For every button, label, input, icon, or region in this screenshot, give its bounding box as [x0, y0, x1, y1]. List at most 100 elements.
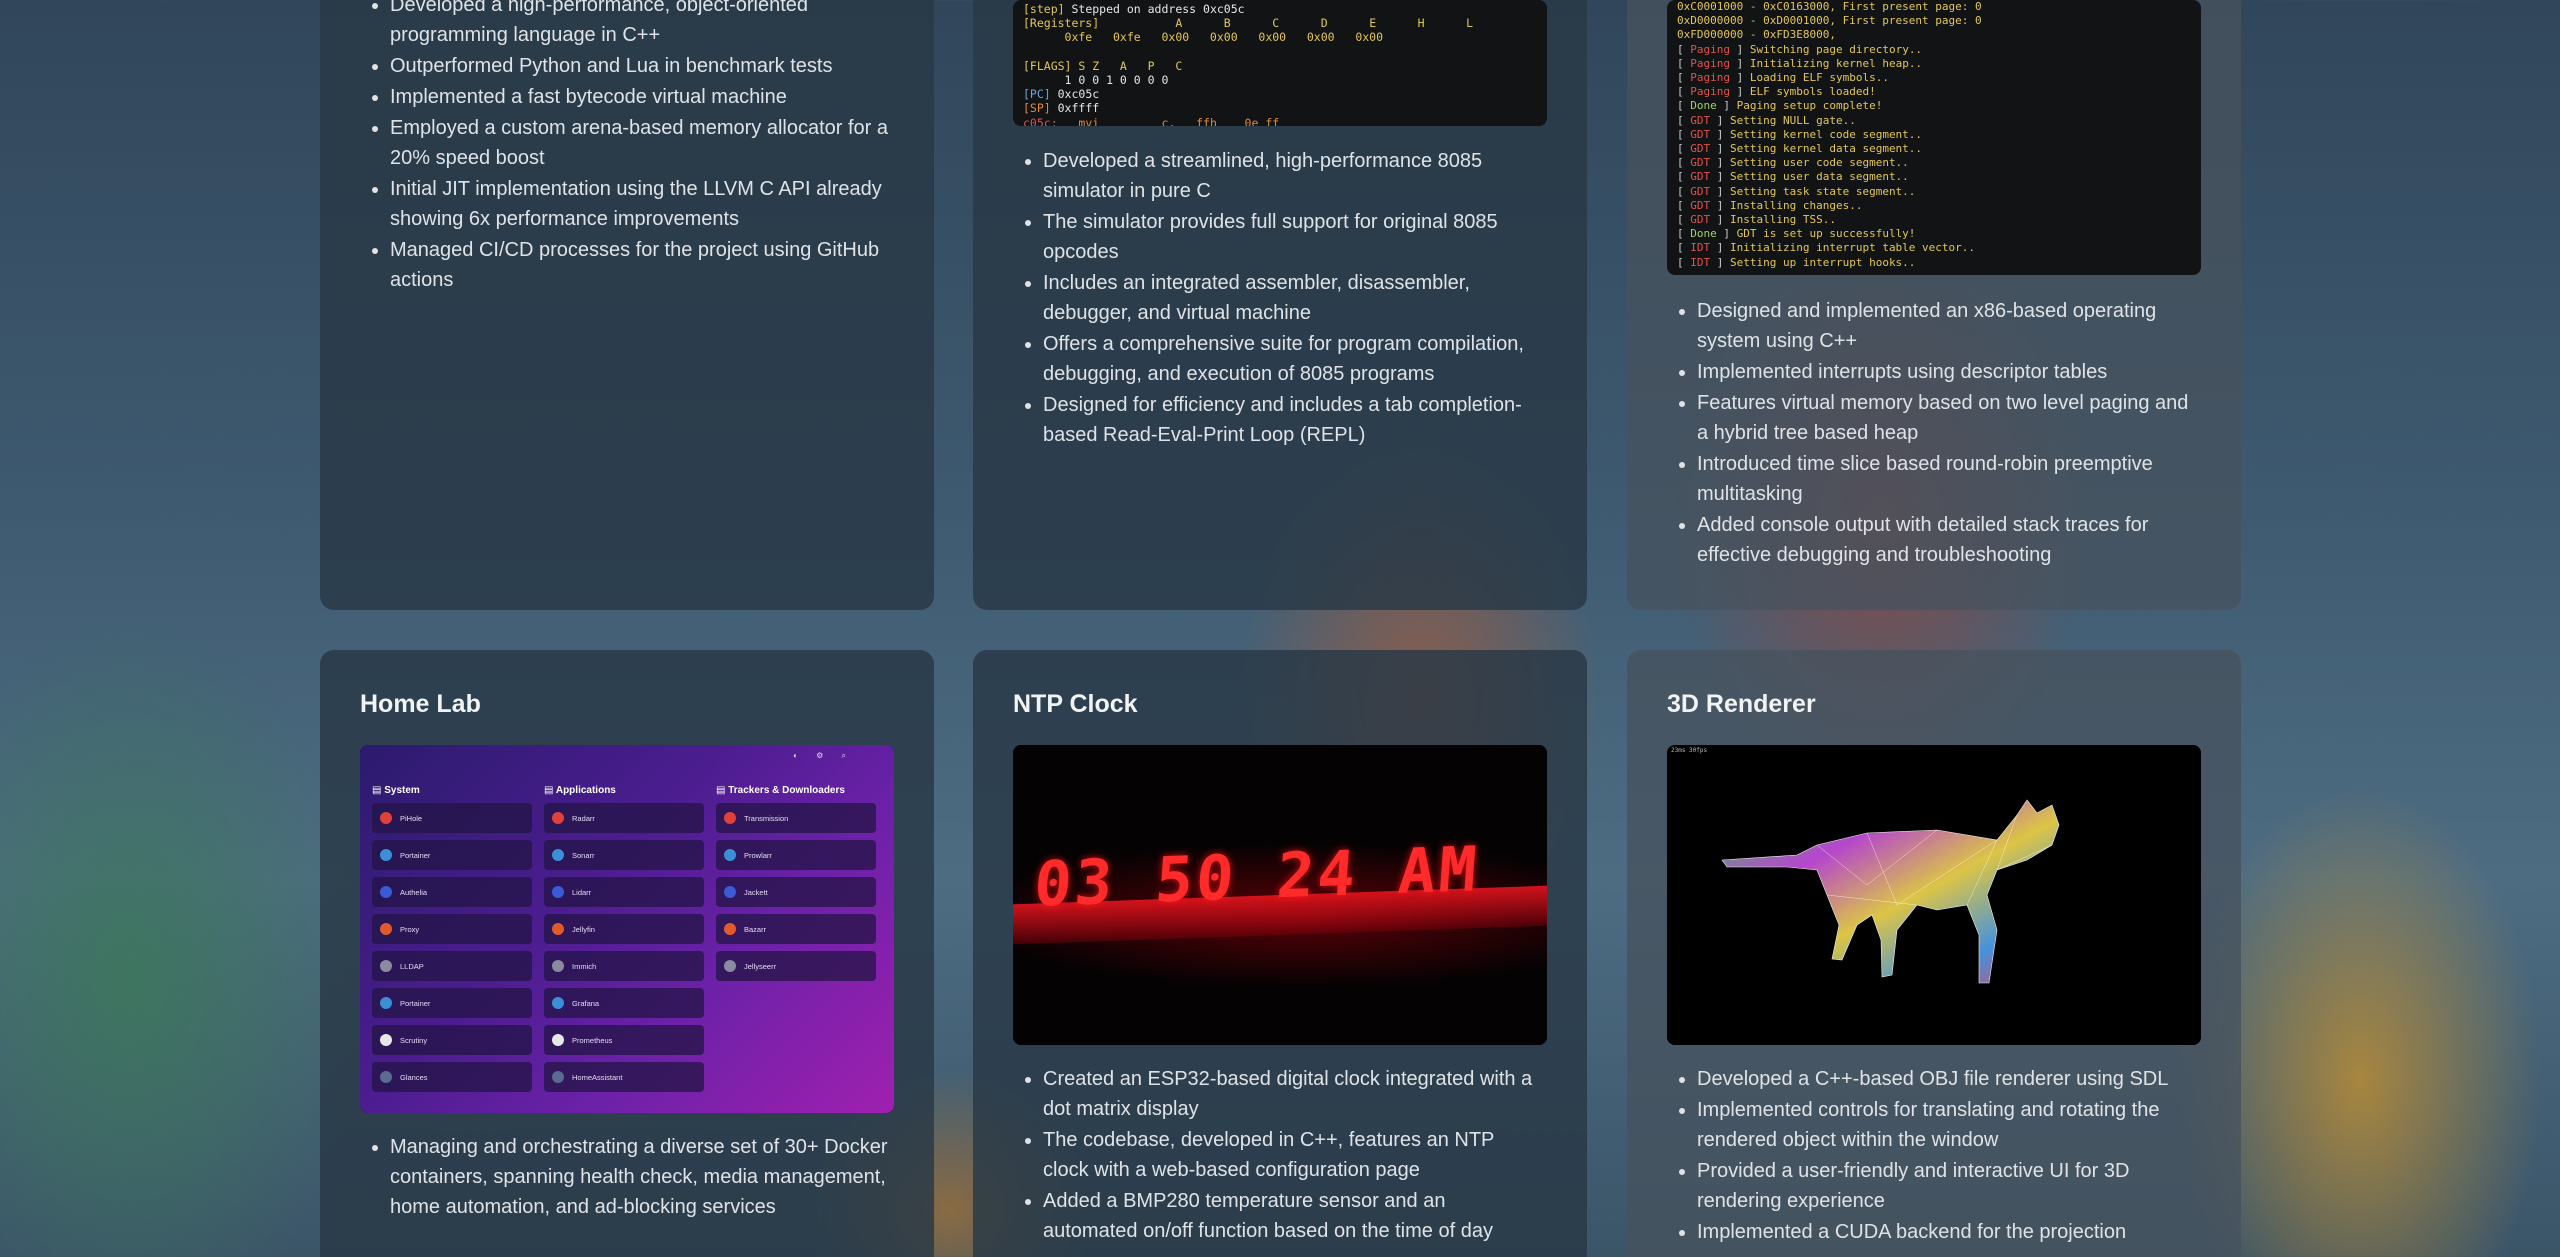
os-screenshot: 0xC0001000 - 0xC0163000, First present p…	[1667, 0, 2201, 275]
service-label: Grafana	[572, 998, 600, 1008]
project-bullets: Developed a C++-based OBJ file renderer …	[1697, 1064, 2197, 1248]
dashboard-service-tile[interactable]: Glances	[372, 1062, 532, 1092]
service-icon	[552, 1034, 564, 1046]
bullet: Developed a streamlined, high-performanc…	[1043, 146, 1543, 206]
dashboard-service-tile[interactable]: Jackett	[716, 877, 876, 907]
project-card-home-lab: Home Lab ◐ ⚙ ⌕ ▤ System PiHole Portainer Au…	[320, 650, 934, 1257]
dashboard-service-tile[interactable]: PiHole	[372, 803, 532, 833]
project-bullets: Developed a high-performance, object-ori…	[390, 0, 890, 296]
service-label: Proxy	[400, 924, 420, 934]
ntp-clock-photo: 03 50 24 AM	[1013, 745, 1547, 1045]
renderer-screenshot: 23ms 30fps	[1667, 745, 2201, 1045]
service-label: Authelia	[400, 887, 428, 897]
service-label: Glances	[400, 1072, 428, 1082]
dashboard-service-tile[interactable]: HomeAssistant	[544, 1062, 704, 1092]
terminal-line: [ GDT ] Setting kernel code segment..	[1677, 127, 1923, 141]
bullet: Initial JIT implementation using the LLV…	[390, 174, 890, 234]
bullet: Includes an integrated assembler, disass…	[1043, 268, 1543, 328]
bullet: Outperformed Python and Lua in benchmark…	[390, 51, 890, 81]
service-label: Jellyseerr	[744, 961, 777, 971]
service-icon	[552, 997, 564, 1009]
dashboard-service-tile[interactable]: Grafana	[544, 988, 704, 1018]
dashboard-service-tile[interactable]: Bazarr	[716, 914, 876, 944]
bullet: The simulator provides full support for …	[1043, 207, 1543, 267]
terminal-line: [ Done ] GDT is set up successfully!	[1677, 227, 1916, 241]
dashboard-service-tile[interactable]: Authelia	[372, 877, 532, 907]
project-bullets: Created an ESP32-based digital clock int…	[1043, 1064, 1543, 1247]
service-icon	[380, 1034, 392, 1046]
bullet: Features virtual memory based on two lev…	[1697, 388, 2197, 448]
dashboard-service-tile[interactable]: Immich	[544, 951, 704, 981]
dashboard-service-tile[interactable]: Scrutiny	[372, 1025, 532, 1055]
service-icon	[380, 1071, 392, 1083]
terminal-line: [ IDT ] Initializing interrupt table vec…	[1677, 241, 1976, 255]
bullet: Implemented interrupts using descriptor …	[1697, 357, 2197, 387]
dashboard-service-tile[interactable]: Lidarr	[544, 877, 704, 907]
service-label: LLDAP	[400, 961, 424, 971]
dashboard-service-tile[interactable]: Jellyseerr	[716, 951, 876, 981]
service-icon	[552, 1071, 564, 1083]
service-label: Prowlarr	[744, 850, 772, 860]
terminal-line: [ GDT ] Setting kernel data segment..	[1677, 142, 1923, 156]
bullet: Employed a custom arena-based memory all…	[390, 113, 890, 173]
card-title: Home Lab	[360, 690, 481, 718]
dashboard-column: ▤ Trackers & Downloaders Transmission Prow…	[716, 785, 876, 988]
service-label: Jackett	[744, 887, 768, 897]
terminal-line: [ GDT ] Setting user code segment..	[1677, 156, 1909, 170]
terminal-line: [ GDT ] Installing changes..	[1677, 198, 1863, 212]
bullet: Introduced time slice based round-robin …	[1697, 449, 2197, 509]
terminal-line: [ GDT ] Setting NULL gate..	[1677, 113, 1856, 127]
dashboard-column-heading: ▤ Applications	[544, 785, 616, 796]
bullet: Developed a high-performance, object-ori…	[390, 0, 890, 50]
bullet: Implemented a fast bytecode virtual mach…	[390, 82, 890, 112]
bullet: Managed CI/CD processes for the project …	[390, 235, 890, 295]
service-icon	[724, 886, 736, 898]
terminal-line: [ Paging ] Switching page directory..	[1677, 42, 1923, 56]
service-label: PiHole	[400, 813, 423, 823]
service-icon	[552, 849, 564, 861]
render-viewport: 23ms 30fps	[1667, 745, 2201, 1045]
service-icon	[552, 812, 564, 824]
bullet: The codebase, developed in C++, features…	[1043, 1125, 1543, 1185]
project-card-language: Developed a high-performance, object-ori…	[320, 0, 934, 610]
dashboard-service-tile[interactable]: Transmission	[716, 803, 876, 833]
bullet: Implemented controls for translating and…	[1697, 1095, 2197, 1155]
service-label: Sonarr	[572, 850, 595, 860]
bullet: Offers a comprehensive suite for program…	[1043, 329, 1543, 389]
dashboard-service-tile[interactable]: Radarr	[544, 803, 704, 833]
dashboard-service-tile[interactable]: Prowlarr	[716, 840, 876, 870]
service-icon	[380, 923, 392, 935]
bullet: Managing and orchestrating a diverse set…	[390, 1132, 890, 1222]
service-label: Bazarr	[744, 924, 767, 934]
service-label: Lidarr	[572, 887, 592, 897]
cat-model-image	[1721, 799, 2060, 984]
bullet: Designed and implemented an x86-based op…	[1697, 296, 2197, 356]
service-icon	[380, 997, 392, 1009]
project-bullets: Developed a streamlined, high-performanc…	[1043, 146, 1543, 451]
terminal-line: [ GDT ] Setting task state segment..	[1677, 184, 1916, 198]
dashboard-service-tile[interactable]: Prometheus	[544, 1025, 704, 1055]
terminal-line: 0xD0000000 - 0xD0001000, First present p…	[1677, 14, 1982, 28]
project-bullets: Managing and orchestrating a diverse set…	[390, 1132, 890, 1223]
dashboard-service-tile[interactable]: LLDAP	[372, 951, 532, 981]
terminal-line: [ Paging ] Loading ELF symbols..	[1677, 71, 1889, 85]
bullet: Designed for efficiency and includes a t…	[1043, 390, 1543, 450]
service-label: Scrutiny	[400, 1035, 428, 1045]
service-icon	[380, 886, 392, 898]
terminal-line: [ IDT ] Setting up interrupt hooks..	[1677, 255, 1916, 269]
service-icon	[724, 849, 736, 861]
service-icon	[380, 849, 392, 861]
dashboard-service-tile[interactable]: Portainer	[372, 840, 532, 870]
bullet: Added console output with detailed stack…	[1697, 510, 2197, 570]
clock-scene: 03 50 24 AM	[1013, 745, 1547, 1045]
bullet: Developed a C++-based OBJ file renderer …	[1697, 1064, 2197, 1094]
bullet: Added a BMP280 temperature sensor and an…	[1043, 1186, 1543, 1246]
dashboard-service-tile[interactable]: Jellyfin	[544, 914, 704, 944]
service-icon	[724, 960, 736, 972]
dashboard-service-tile[interactable]: Proxy	[372, 914, 532, 944]
dashboard-service-tile[interactable]: Sonarr	[544, 840, 704, 870]
dashboard-service-tile[interactable]: Portainer	[372, 988, 532, 1018]
service-icon	[552, 960, 564, 972]
bullet: Implemented a CUDA backend for the proje…	[1697, 1217, 2197, 1247]
homelab-dashboard-screenshot: ◐ ⚙ ⌕ ▤ System PiHole Portainer Authelia Pro…	[360, 745, 894, 1113]
